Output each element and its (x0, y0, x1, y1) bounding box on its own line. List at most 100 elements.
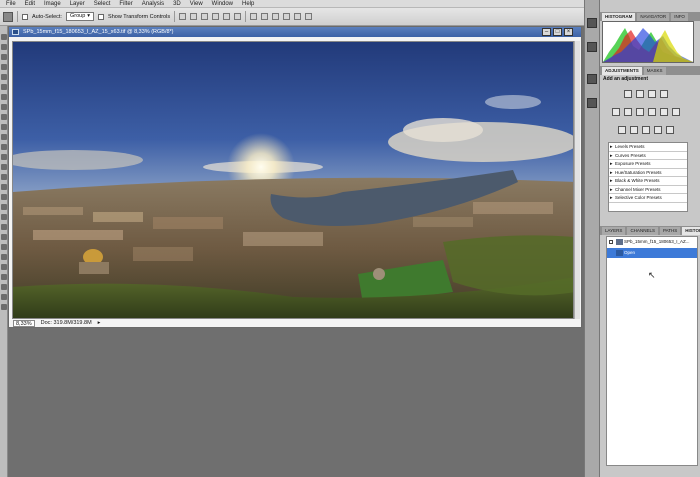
navigator-panel-icon[interactable] (587, 42, 597, 52)
tool-icon[interactable] (1, 64, 7, 70)
tab-paths[interactable]: PATHS (659, 227, 681, 235)
vertical-scrollbar[interactable] (574, 41, 580, 319)
distribute-vcenter-button[interactable] (261, 13, 269, 20)
tool-icon[interactable] (1, 154, 7, 160)
preset-item[interactable]: Black & White Presets (609, 177, 687, 186)
menu-item-analysis[interactable]: Analysis (142, 1, 164, 7)
curves-icon[interactable] (648, 90, 656, 98)
menu-item-edit[interactable]: Edit (25, 1, 35, 7)
preset-item[interactable]: Exposure Presets (609, 160, 687, 169)
history-snapshot-row[interactable]: SPb_15mm_f15_180653_I_AZ... (607, 237, 697, 247)
menu-item-view[interactable]: View (190, 1, 203, 7)
brightness-icon[interactable] (624, 90, 632, 98)
history-row[interactable]: Open (607, 248, 697, 258)
tool-icon[interactable] (1, 34, 7, 40)
tool-icon[interactable] (1, 284, 7, 290)
adjustments-panel-icon[interactable] (587, 74, 597, 84)
histogram-panel-icon[interactable] (587, 18, 597, 28)
tool-icon[interactable] (1, 244, 7, 250)
zoom-level-field[interactable]: 8,33% (13, 319, 35, 327)
color-balance-icon[interactable] (636, 108, 644, 116)
transform-controls-checkbox[interactable] (98, 13, 105, 20)
threshold-icon[interactable] (642, 126, 650, 134)
black-white-icon[interactable] (648, 108, 656, 116)
align-right-button[interactable] (234, 13, 242, 20)
posterize-icon[interactable] (630, 126, 638, 134)
tool-icon[interactable] (1, 74, 7, 80)
channel-mixer-icon[interactable] (672, 108, 680, 116)
tool-icon[interactable] (1, 164, 7, 170)
menu-item-file[interactable]: File (6, 1, 16, 7)
tool-icon[interactable] (1, 104, 7, 110)
menu-item-select[interactable]: Select (94, 1, 111, 7)
tool-icon[interactable] (1, 124, 7, 130)
tool-icon[interactable] (1, 194, 7, 200)
align-vcenter-button[interactable] (190, 13, 198, 20)
menu-item-filter[interactable]: Filter (119, 1, 132, 7)
align-top-button[interactable] (179, 13, 187, 20)
tool-icon[interactable] (1, 184, 7, 190)
preset-item[interactable]: Hue/Saturation Presets (609, 169, 687, 177)
menu-item-window[interactable]: Window (212, 1, 233, 7)
source-checkbox[interactable] (609, 240, 613, 244)
distribute-hcenter-button[interactable] (294, 13, 302, 20)
tool-icon[interactable] (1, 174, 7, 180)
tool-icon[interactable] (1, 264, 7, 270)
brush-panel-icon[interactable] (587, 98, 597, 108)
tool-icon[interactable] (1, 214, 7, 220)
document-title-bar[interactable]: SPb_15mm_f15_180653_I_AZ_15_x63.tif @ 8,… (9, 27, 581, 37)
tool-icon[interactable] (1, 274, 7, 280)
tab-history[interactable]: HISTORY (682, 227, 700, 235)
levels-icon[interactable] (636, 90, 644, 98)
distribute-left-button[interactable] (283, 13, 291, 20)
tab-masks[interactable]: MASKS (643, 67, 666, 75)
tool-icon[interactable] (1, 234, 7, 240)
minimize-button[interactable]: – (542, 28, 551, 36)
menu-item-help[interactable]: Help (242, 1, 254, 7)
auto-select-dropdown[interactable]: Group ▾ (65, 12, 95, 21)
photo-filter-icon[interactable] (660, 108, 668, 116)
tool-icon[interactable] (1, 304, 7, 310)
preset-item[interactable]: Channel Mixer Presets (609, 186, 687, 194)
invert-icon[interactable] (618, 126, 626, 134)
selective-color-icon[interactable] (666, 126, 674, 134)
maximize-button[interactable]: □ (553, 28, 562, 36)
close-button[interactable]: × (564, 28, 573, 36)
tab-adjustments[interactable]: ADJUSTMENTS (602, 67, 642, 75)
distribute-top-button[interactable] (250, 13, 258, 20)
tool-icon[interactable] (1, 144, 7, 150)
distribute-right-button[interactable] (305, 13, 313, 20)
tab-histogram[interactable]: HISTOGRAM (602, 13, 636, 21)
tool-icon[interactable] (1, 134, 7, 140)
align-hcenter-button[interactable] (223, 13, 231, 20)
align-left-button[interactable] (212, 13, 220, 20)
tool-icon[interactable] (1, 224, 7, 230)
menu-item-layer[interactable]: Layer (70, 1, 85, 7)
tab-channels[interactable]: CHANNELS (627, 227, 658, 235)
image-canvas[interactable] (12, 41, 574, 319)
gradient-map-icon[interactable] (654, 126, 662, 134)
preset-item[interactable]: Selective Color Presets (609, 194, 687, 203)
exposure-icon[interactable] (660, 90, 668, 98)
tool-icon[interactable] (1, 54, 7, 60)
tool-icon[interactable] (1, 204, 7, 210)
distribute-bottom-button[interactable] (272, 13, 280, 20)
vibrance-icon[interactable] (612, 108, 620, 116)
preset-item[interactable]: Curves Presets (609, 152, 687, 160)
tab-navigator[interactable]: NAVIGATOR (637, 13, 670, 21)
tool-icon[interactable] (1, 294, 7, 300)
align-bottom-button[interactable] (201, 13, 209, 20)
tool-icon[interactable] (1, 254, 7, 260)
menu-item-3d[interactable]: 3D (173, 1, 181, 7)
tool-icon[interactable] (1, 84, 7, 90)
tab-layers[interactable]: LAYERS (602, 227, 626, 235)
menu-item-image[interactable]: Image (44, 1, 61, 7)
tab-info[interactable]: INFO (671, 13, 688, 21)
auto-select-checkbox[interactable] (22, 13, 28, 20)
tool-icon[interactable] (1, 44, 7, 50)
preset-item[interactable]: Levels Presets (609, 143, 687, 152)
tool-icon[interactable] (1, 94, 7, 100)
tool-icon[interactable] (1, 114, 7, 120)
hue-saturation-icon[interactable] (624, 108, 632, 116)
status-menu-arrow-icon[interactable]: ▸ (98, 320, 101, 326)
